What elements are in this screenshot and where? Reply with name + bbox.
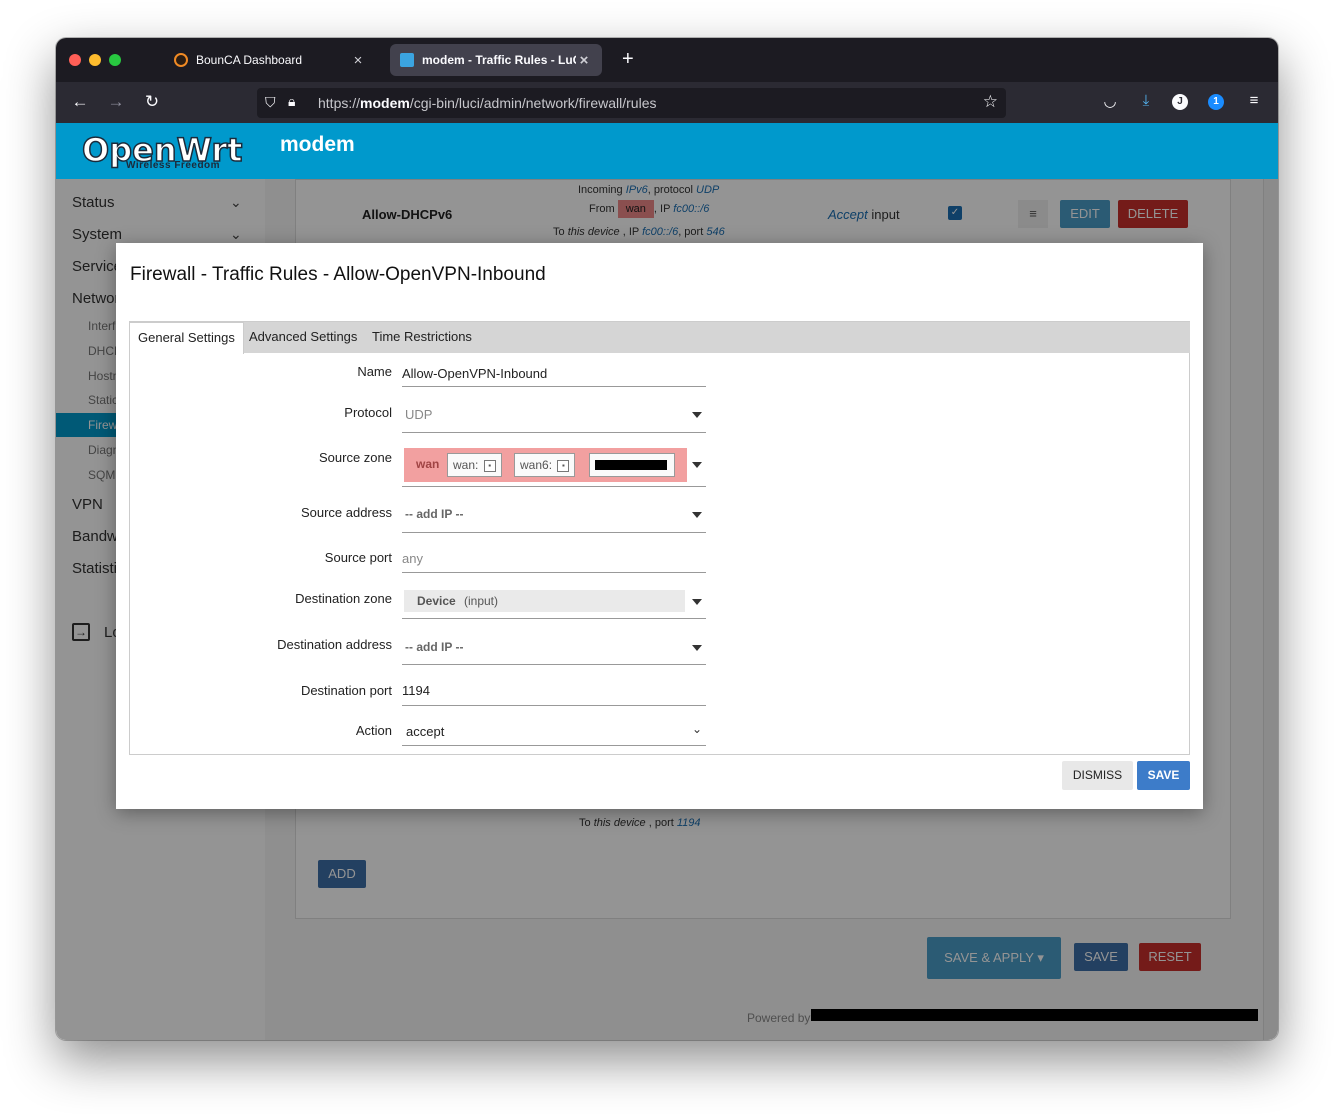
lock-icon[interactable]: 🔒︎ xyxy=(288,93,295,110)
openwrt-logo[interactable]: OpenWrt Wireless Freedom xyxy=(81,130,243,175)
page-viewport: OpenWrt Wireless Freedom modem Status ⌄ … xyxy=(56,123,1278,1040)
bookmark-star-icon[interactable]: ☆ xyxy=(983,92,998,112)
tab-close-icon[interactable]: × xyxy=(350,52,366,69)
zone-chip-wan6: wan6: ▪ xyxy=(514,453,576,477)
protocol-select[interactable]: UDP xyxy=(402,397,706,433)
network-device-icon: ▪ xyxy=(557,459,570,472)
source-port-input[interactable]: any xyxy=(402,543,706,573)
rule-edit-dialog: Firewall - Traffic Rules - Allow-OpenVPN… xyxy=(116,243,1203,809)
tab-advanced-settings[interactable]: Advanced Settings xyxy=(241,322,365,353)
source-zone-select[interactable]: wan wan: ▪ wan6: ▪ xyxy=(402,446,706,487)
destination-port-input[interactable]: 1194 xyxy=(402,675,706,706)
browser-tab-luci[interactable]: modem - Traffic Rules - LuCI × xyxy=(390,44,602,76)
zone-chip-redacted xyxy=(589,453,675,477)
account-icon[interactable]: J xyxy=(1172,94,1188,110)
destination-zone-label: Destination zone xyxy=(295,591,392,606)
dialog-tabs: General Settings Advanced Settings Time … xyxy=(129,321,1190,354)
tab-title: BounCA Dashboard xyxy=(196,53,303,67)
redaction-bar xyxy=(595,460,667,470)
dropdown-caret-icon xyxy=(692,599,702,605)
tab-general-settings[interactable]: General Settings xyxy=(129,322,244,354)
download-icon[interactable]: ⤓ xyxy=(1136,92,1156,109)
tab-title: modem - Traffic Rules - LuCI xyxy=(422,53,576,67)
name-field[interactable]: Allow-OpenVPN-Inbound xyxy=(402,363,706,387)
browser-window: BounCA Dashboard × modem - Traffic Rules… xyxy=(56,38,1278,1040)
dropdown-caret-icon xyxy=(692,462,702,468)
password-manager-icon[interactable]: 1 xyxy=(1208,94,1224,110)
zone-badge-device: Device (input) xyxy=(404,590,685,612)
destination-address-label: Destination address xyxy=(277,637,392,652)
minimize-window-button[interactable] xyxy=(89,54,101,66)
zoom-window-button[interactable] xyxy=(109,54,121,66)
hamburger-menu-icon[interactable]: ≡ xyxy=(1244,92,1264,109)
action-label: Action xyxy=(355,723,392,738)
hostname[interactable]: modem xyxy=(280,133,355,157)
tab-close-icon[interactable]: × xyxy=(576,52,592,69)
destination-address-select[interactable]: -- add IP -- xyxy=(402,629,706,665)
network-device-icon: ▪ xyxy=(483,459,496,472)
back-arrow-icon[interactable]: ← xyxy=(70,92,90,112)
save-button[interactable]: SAVE xyxy=(1137,761,1190,790)
bounca-favicon-icon xyxy=(174,53,188,67)
zone-chip-wan: wan: ▪ xyxy=(447,453,502,477)
new-tab-icon[interactable]: + xyxy=(622,48,634,71)
action-select[interactable]: accept ⌄ xyxy=(402,715,706,746)
source-port-label: Source port xyxy=(324,550,392,565)
pocket-icon[interactable]: ◡ xyxy=(1100,92,1120,110)
browser-tab-bounca[interactable]: BounCA Dashboard × xyxy=(164,44,376,76)
navigation-bar: ← → ↻ ⛉ 🔒︎ https://modem/cgi-bin/luci/ad… xyxy=(56,82,1278,123)
dialog-title: Firewall - Traffic Rules - Allow-OpenVPN… xyxy=(130,264,546,285)
reload-icon[interactable]: ↻ xyxy=(142,92,162,112)
url-bar[interactable]: ⛉ 🔒︎ https://modem/cgi-bin/luci/admin/ne… xyxy=(257,88,1006,118)
source-address-label: Source address xyxy=(300,505,392,520)
name-label: Name xyxy=(357,364,392,379)
tracking-shield-icon[interactable]: ⛉ xyxy=(265,94,276,111)
protocol-label: Protocol xyxy=(344,405,392,420)
luci-favicon-icon xyxy=(400,53,414,67)
destination-zone-select[interactable]: Device (input) xyxy=(402,588,706,619)
dropdown-caret-icon xyxy=(692,512,702,518)
dismiss-button[interactable]: DISMISS xyxy=(1062,761,1133,790)
tab-bar: BounCA Dashboard × modem - Traffic Rules… xyxy=(56,38,1278,82)
source-address-select[interactable]: -- add IP -- xyxy=(402,496,706,533)
forward-arrow-icon[interactable]: → xyxy=(106,92,126,112)
dropdown-caret-icon xyxy=(692,645,702,651)
luci-header: OpenWrt Wireless Freedom modem xyxy=(56,123,1278,179)
tab-time-restrictions[interactable]: Time Restrictions xyxy=(364,322,480,353)
close-window-button[interactable] xyxy=(69,54,81,66)
destination-port-label: Destination port xyxy=(300,683,392,698)
chevron-down-icon: ⌄ xyxy=(691,722,702,736)
zone-badge-wan: wan wan: ▪ wan6: ▪ xyxy=(404,448,687,482)
dropdown-caret-icon xyxy=(692,412,702,418)
source-zone-label: Source zone xyxy=(319,450,392,465)
general-settings-form: Name Allow-OpenVPN-Inbound Protocol UDP … xyxy=(129,353,1190,755)
url-text[interactable]: https://modem/cgi-bin/luci/admin/network… xyxy=(318,95,656,111)
